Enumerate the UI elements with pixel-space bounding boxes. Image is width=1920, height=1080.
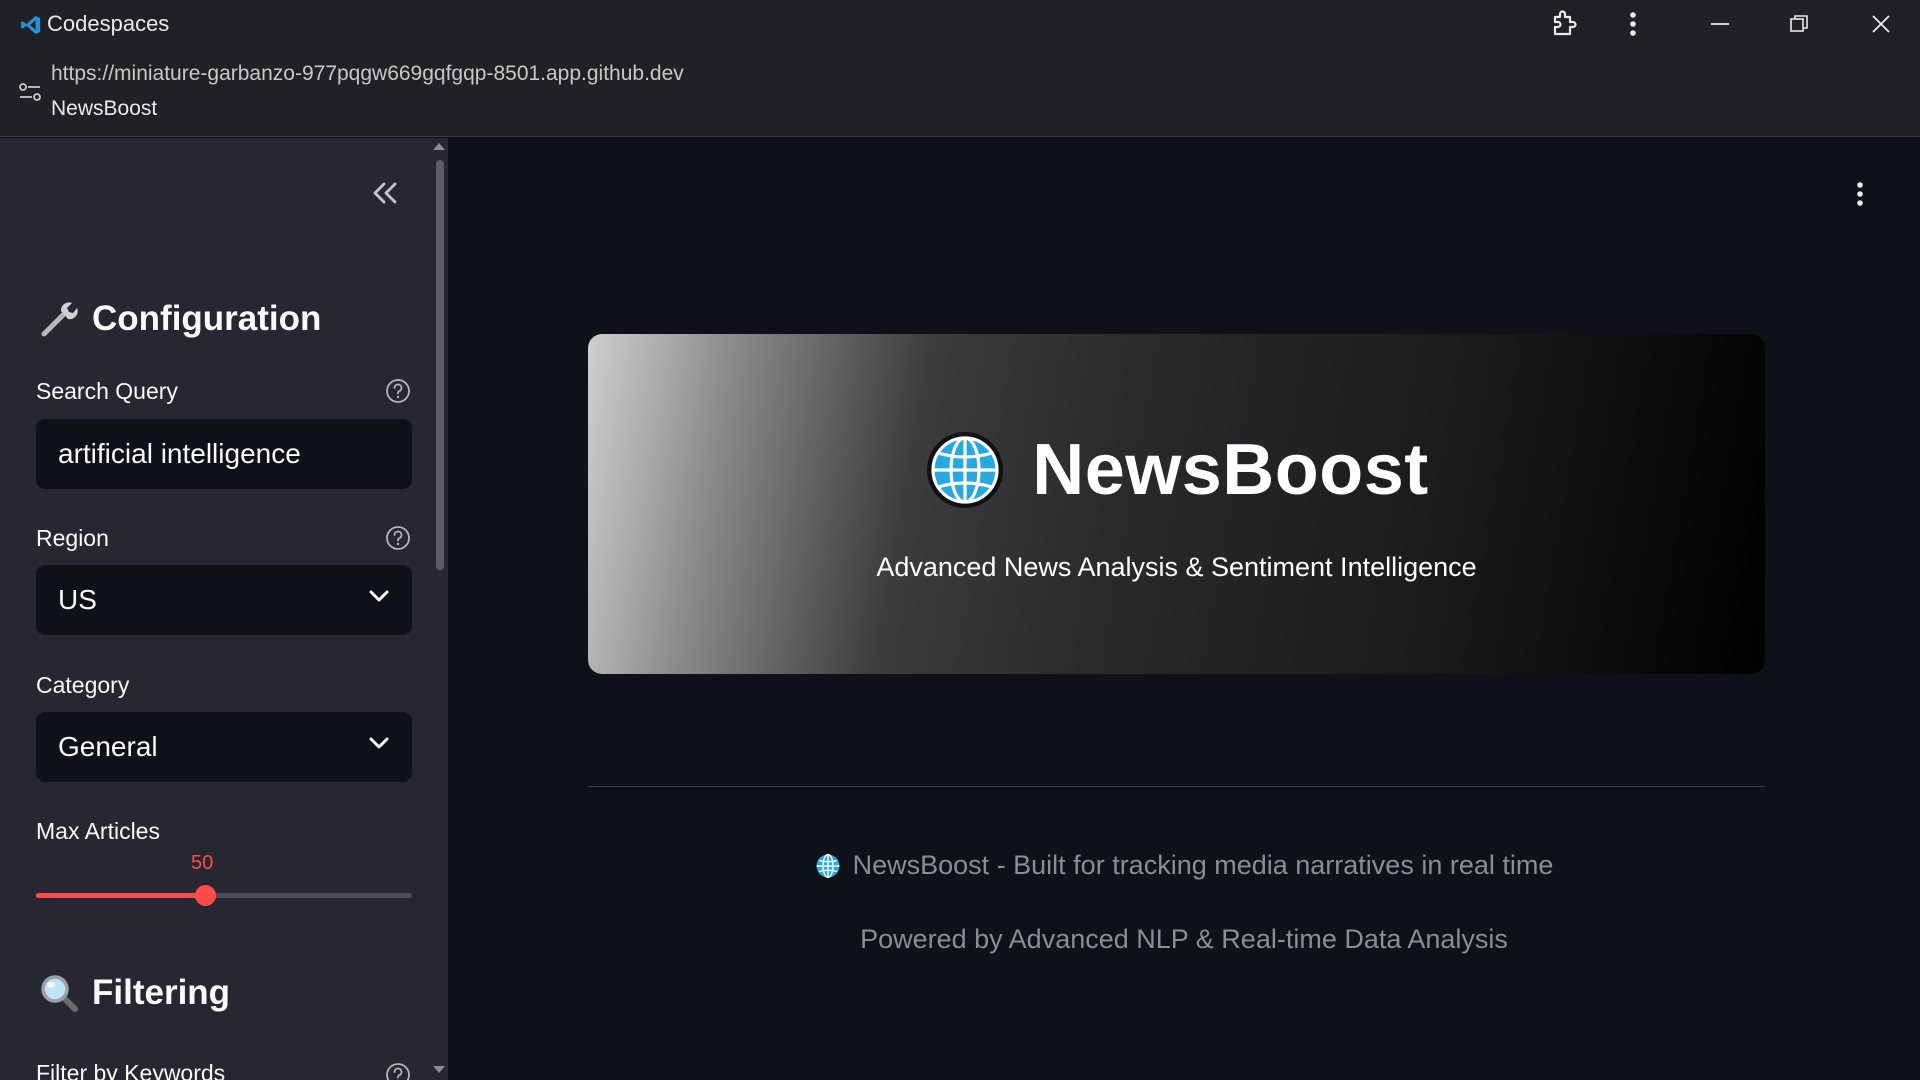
help-icon[interactable] [385, 378, 411, 404]
filtering-heading-text: Filtering [92, 973, 231, 1012]
search-query-label: Search Query [36, 378, 178, 404]
minimize-icon [1711, 22, 1729, 25]
slider-thumb[interactable] [195, 885, 217, 906]
url-text[interactable]: https://miniature-garbanzo-977pqgw669gqf… [51, 62, 684, 86]
site-settings-icon[interactable] [17, 79, 43, 105]
hero-title: NewsBoost [1032, 430, 1429, 510]
footer-tagline-text: NewsBoost - Built for tracking media nar… [852, 850, 1554, 880]
minimize-button[interactable] [1690, 0, 1750, 47]
footer-tagline: NewsBoost - Built for tracking media nar… [448, 850, 1920, 881]
double-chevron-left-icon [373, 182, 397, 204]
category-select[interactable]: General [36, 712, 412, 782]
app-menu-button[interactable] [1845, 176, 1875, 212]
extension-icon [1553, 9, 1577, 35]
category-label: Category [36, 672, 130, 698]
chevron-down-icon [369, 590, 389, 602]
vscode-icon [20, 15, 41, 35]
restore-button[interactable] [1769, 0, 1829, 47]
collapse-sidebar-button[interactable] [368, 176, 402, 210]
hero-subtitle: Advanced News Analysis & Sentiment Intel… [876, 552, 1477, 582]
extension-button[interactable] [1534, 0, 1594, 47]
configuration-heading: Configuration [38, 298, 321, 340]
max-articles-slider[interactable] [36, 885, 412, 906]
main-content: NewsBoost Advanced News Analysis & Senti… [448, 138, 1920, 1080]
search-query-input[interactable]: artificial intelligence [36, 419, 412, 489]
window-titlebar: Codespaces [0, 0, 1920, 47]
scroll-up-arrow-icon[interactable] [433, 143, 445, 150]
category-value: General [58, 731, 158, 762]
close-button[interactable] [1851, 0, 1911, 47]
max-articles-value: 50 [191, 852, 214, 874]
hero-banner: NewsBoost Advanced News Analysis & Senti… [588, 334, 1765, 674]
help-icon[interactable] [385, 1062, 411, 1080]
filtering-heading: Filtering [38, 972, 230, 1014]
sidebar: Configuration Search Query artificial in… [0, 138, 448, 1080]
max-articles-label: Max Articles [36, 818, 160, 844]
browser-menu-button[interactable] [1603, 0, 1663, 47]
region-select[interactable]: US [36, 565, 412, 635]
magnifying-glass-icon [38, 972, 80, 1014]
footer-powered-by: Powered by Advanced NLP & Real-time Data… [860, 924, 1508, 954]
restore-icon [1790, 14, 1808, 32]
wrench-icon [38, 298, 80, 340]
configuration-heading-text: Configuration [92, 299, 322, 338]
more-vert-icon [1630, 11, 1636, 36]
more-vert-icon [1857, 182, 1863, 206]
globe-icon [816, 853, 840, 878]
search-query-value: artificial intelligence [58, 438, 301, 469]
region-value: US [58, 584, 97, 615]
page-title: NewsBoost [51, 97, 158, 120]
scroll-down-arrow-icon[interactable] [433, 1066, 445, 1073]
sidebar-scrollbar-thumb[interactable] [436, 160, 444, 570]
close-icon [1872, 14, 1890, 33]
divider [588, 786, 1765, 787]
hero-title-row: NewsBoost [588, 429, 1765, 511]
window-title: Codespaces [47, 11, 170, 36]
slider-fill [36, 893, 206, 898]
help-icon[interactable] [385, 525, 411, 551]
filter-keywords-label: Filter by Keywords [36, 1060, 226, 1080]
region-label: Region [36, 525, 109, 551]
globe-icon [927, 432, 1004, 508]
address-bar: https://miniature-garbanzo-977pqgw669gqf… [0, 47, 1920, 137]
chevron-down-icon [369, 737, 389, 749]
